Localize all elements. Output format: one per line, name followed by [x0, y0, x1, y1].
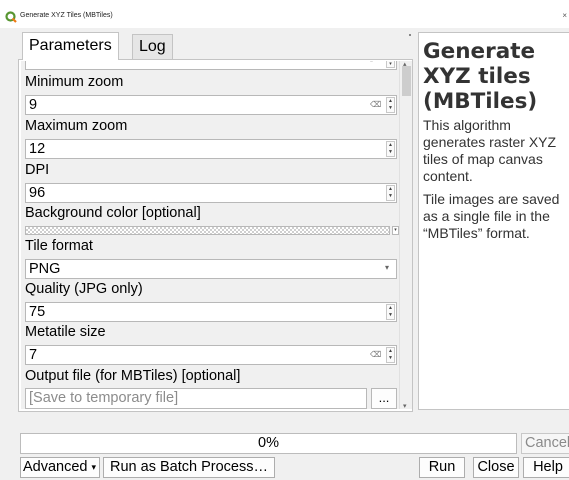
spin-arrows-icon[interactable]: ▲ ▼: [386, 97, 395, 113]
advanced-label: Advanced: [23, 459, 88, 475]
scroll-down-icon[interactable]: ▾: [403, 402, 407, 410]
tile-format-label: Tile format: [25, 238, 93, 254]
min-zoom-label: Minimum zoom: [25, 74, 124, 90]
spin-arrows-icon[interactable]: ▲ ▼: [386, 347, 395, 363]
quality-input[interactable]: 75 ▲ ▼: [25, 302, 397, 322]
run-batch-button[interactable]: Run as Batch Process…: [103, 457, 275, 478]
color-swatch[interactable]: [25, 226, 390, 235]
quality-value: 75: [29, 304, 46, 320]
bg-color-label: Background color [optional]: [25, 205, 201, 221]
close-window-icon[interactable]: ×: [562, 11, 567, 20]
browse-button[interactable]: ...: [371, 388, 397, 409]
dpi-label: DPI: [25, 162, 50, 178]
title-bar: Generate XYZ Tiles (MBTiles) ×: [0, 0, 569, 28]
clear-icon[interactable]: ⌫: [370, 350, 381, 360]
help-description-2: Tile images are saved as a single file i…: [423, 191, 560, 241]
splitter-handle[interactable]: [409, 34, 411, 36]
min-zoom-input[interactable]: 9 ⌫ ▲ ▼: [25, 95, 397, 115]
output-label: Output file (for MBTiles) [optional]: [25, 368, 241, 384]
dropdown-caret-icon: ▾: [384, 263, 389, 272]
parameters-panel: Parameters Log ▫ ▴▾ Minimum zoom 9 ⌫ ▲▼ …: [18, 32, 413, 412]
advanced-button[interactable]: Advanced ▾: [20, 457, 100, 478]
tile-format-value: PNG: [29, 261, 61, 277]
window-title: Generate XYZ Tiles (MBTiles): [20, 12, 113, 19]
progress-text: 0%: [258, 435, 279, 451]
quality-label: Quality (JPG only): [25, 281, 143, 297]
parameters-scroll-area: ▫ ▴▾ Minimum zoom 9 ⌫ ▲▼ Maximum zoom 12…: [21, 61, 399, 409]
qgis-icon: [5, 11, 17, 23]
cancel-button[interactable]: Cancel: [521, 433, 569, 454]
run-button[interactable]: Run: [419, 457, 465, 478]
dropdown-caret-icon: ▾: [91, 462, 96, 472]
spin-arrows-icon[interactable]: ▲ ▼: [386, 304, 395, 320]
dropdown-caret-icon[interactable]: ▾: [392, 226, 399, 235]
metatile-input[interactable]: 7 ⌫ ▲ ▼: [25, 345, 397, 365]
min-zoom-value: 9: [29, 97, 38, 113]
tab-log[interactable]: Log: [132, 34, 173, 59]
tab-parameters[interactable]: Parameters: [22, 32, 119, 60]
output-file-input[interactable]: [Save to temporary file]: [25, 388, 367, 409]
bg-color-picker[interactable]: ▾: [21, 226, 399, 236]
output-placeholder: [Save to temporary file]: [29, 390, 179, 406]
scrollbar-thumb[interactable]: [402, 66, 411, 96]
extent-dropdown-icon[interactable]: ▴▾: [386, 61, 395, 68]
max-zoom-value: 12: [29, 141, 46, 157]
metatile-label: Metatile size: [25, 324, 106, 340]
max-zoom-input[interactable]: 12 ▲ ▼: [25, 139, 397, 159]
spin-arrows-icon[interactable]: ▲ ▼: [386, 185, 395, 201]
extent-options-icon[interactable]: ▫: [370, 61, 380, 66]
spin-arrows-icon[interactable]: ▲ ▼: [386, 141, 395, 157]
dpi-value: 96: [29, 185, 46, 201]
metatile-value: 7: [29, 347, 38, 363]
max-zoom-label: Maximum zoom: [25, 118, 128, 134]
clear-icon[interactable]: ⌫: [370, 100, 381, 110]
close-button[interactable]: Close: [473, 457, 519, 478]
tab-content: ▫ ▴▾ Minimum zoom 9 ⌫ ▲▼ Maximum zoom 12…: [18, 59, 413, 412]
vertical-scrollbar[interactable]: ▴ ▾: [399, 61, 412, 410]
extent-field[interactable]: ▫ ▴▾: [25, 61, 397, 70]
help-button[interactable]: Help: [523, 457, 569, 478]
help-title: Generate XYZ tiles (MBTiles): [423, 39, 538, 114]
tile-format-select[interactable]: PNG ▾: [25, 259, 397, 279]
dpi-input[interactable]: 96 ▲ ▼: [25, 183, 397, 203]
help-description: This algorithm generates raster XYZ tile…: [423, 117, 557, 184]
progress-bar: 0%: [20, 433, 517, 454]
tab-bar: Parameters Log: [18, 32, 413, 60]
help-panel: Generate XYZ tiles (MBTiles) This algori…: [418, 32, 569, 410]
